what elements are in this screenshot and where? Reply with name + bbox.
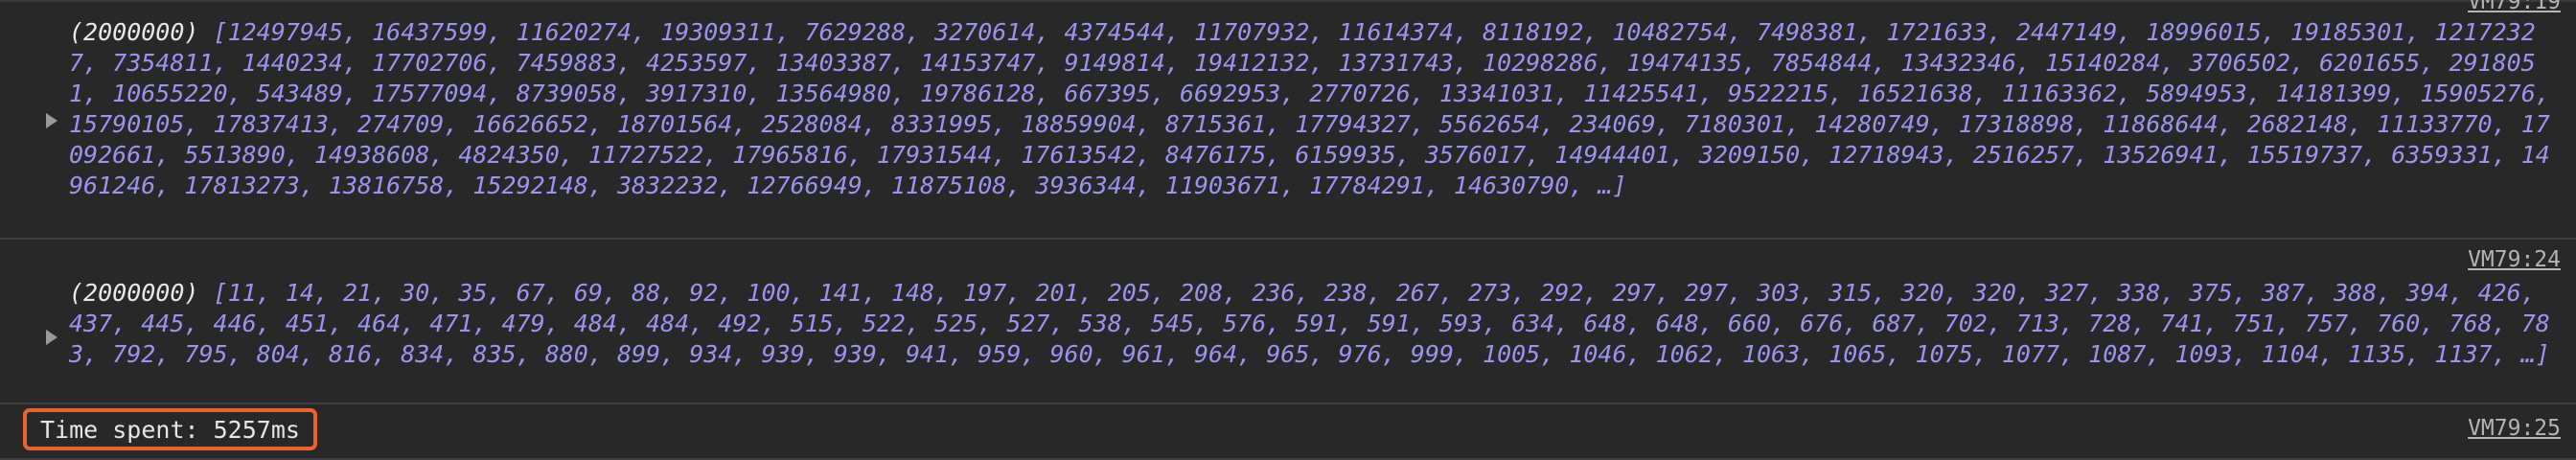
source-link[interactable]: VM79:24 (2468, 247, 2561, 272)
source-link[interactable]: VM79:19 (2468, 0, 2561, 14)
console-message-array-sorted[interactable]: VM79:24 (2000000) [11, 14, 21, 30, 35, 6… (0, 242, 2576, 404)
array-preview[interactable]: (2000000) [11, 14, 21, 30, 35, 67, 69, 8… (69, 278, 2561, 370)
console-panel: VM79:19 (2000000) [12497945, 16437599, 1… (0, 0, 2576, 460)
triangle-right-icon[interactable] (46, 113, 58, 128)
array-preview[interactable]: (2000000) [12497945, 16437599, 11620274,… (69, 17, 2561, 201)
time-spent-highlight: Time spent: 5257ms (23, 408, 317, 450)
source-link[interactable]: VM79:25 (2468, 416, 2561, 441)
array-length: (2000000) (69, 279, 199, 307)
array-length: (2000000) (69, 18, 199, 46)
array-values: [12497945, 16437599, 11620274, 19309311,… (69, 18, 2550, 199)
time-spent-text: Time spent: 5257ms (40, 415, 300, 444)
console-message-time: Time spent: 5257ms VM79:25 (0, 404, 2576, 460)
array-values: [11, 14, 21, 30, 35, 67, 69, 88, 92, 100… (69, 279, 2550, 368)
console-message-array-random[interactable]: VM79:19 (2000000) [12497945, 16437599, 1… (0, 0, 2576, 240)
triangle-right-icon[interactable] (46, 330, 58, 345)
